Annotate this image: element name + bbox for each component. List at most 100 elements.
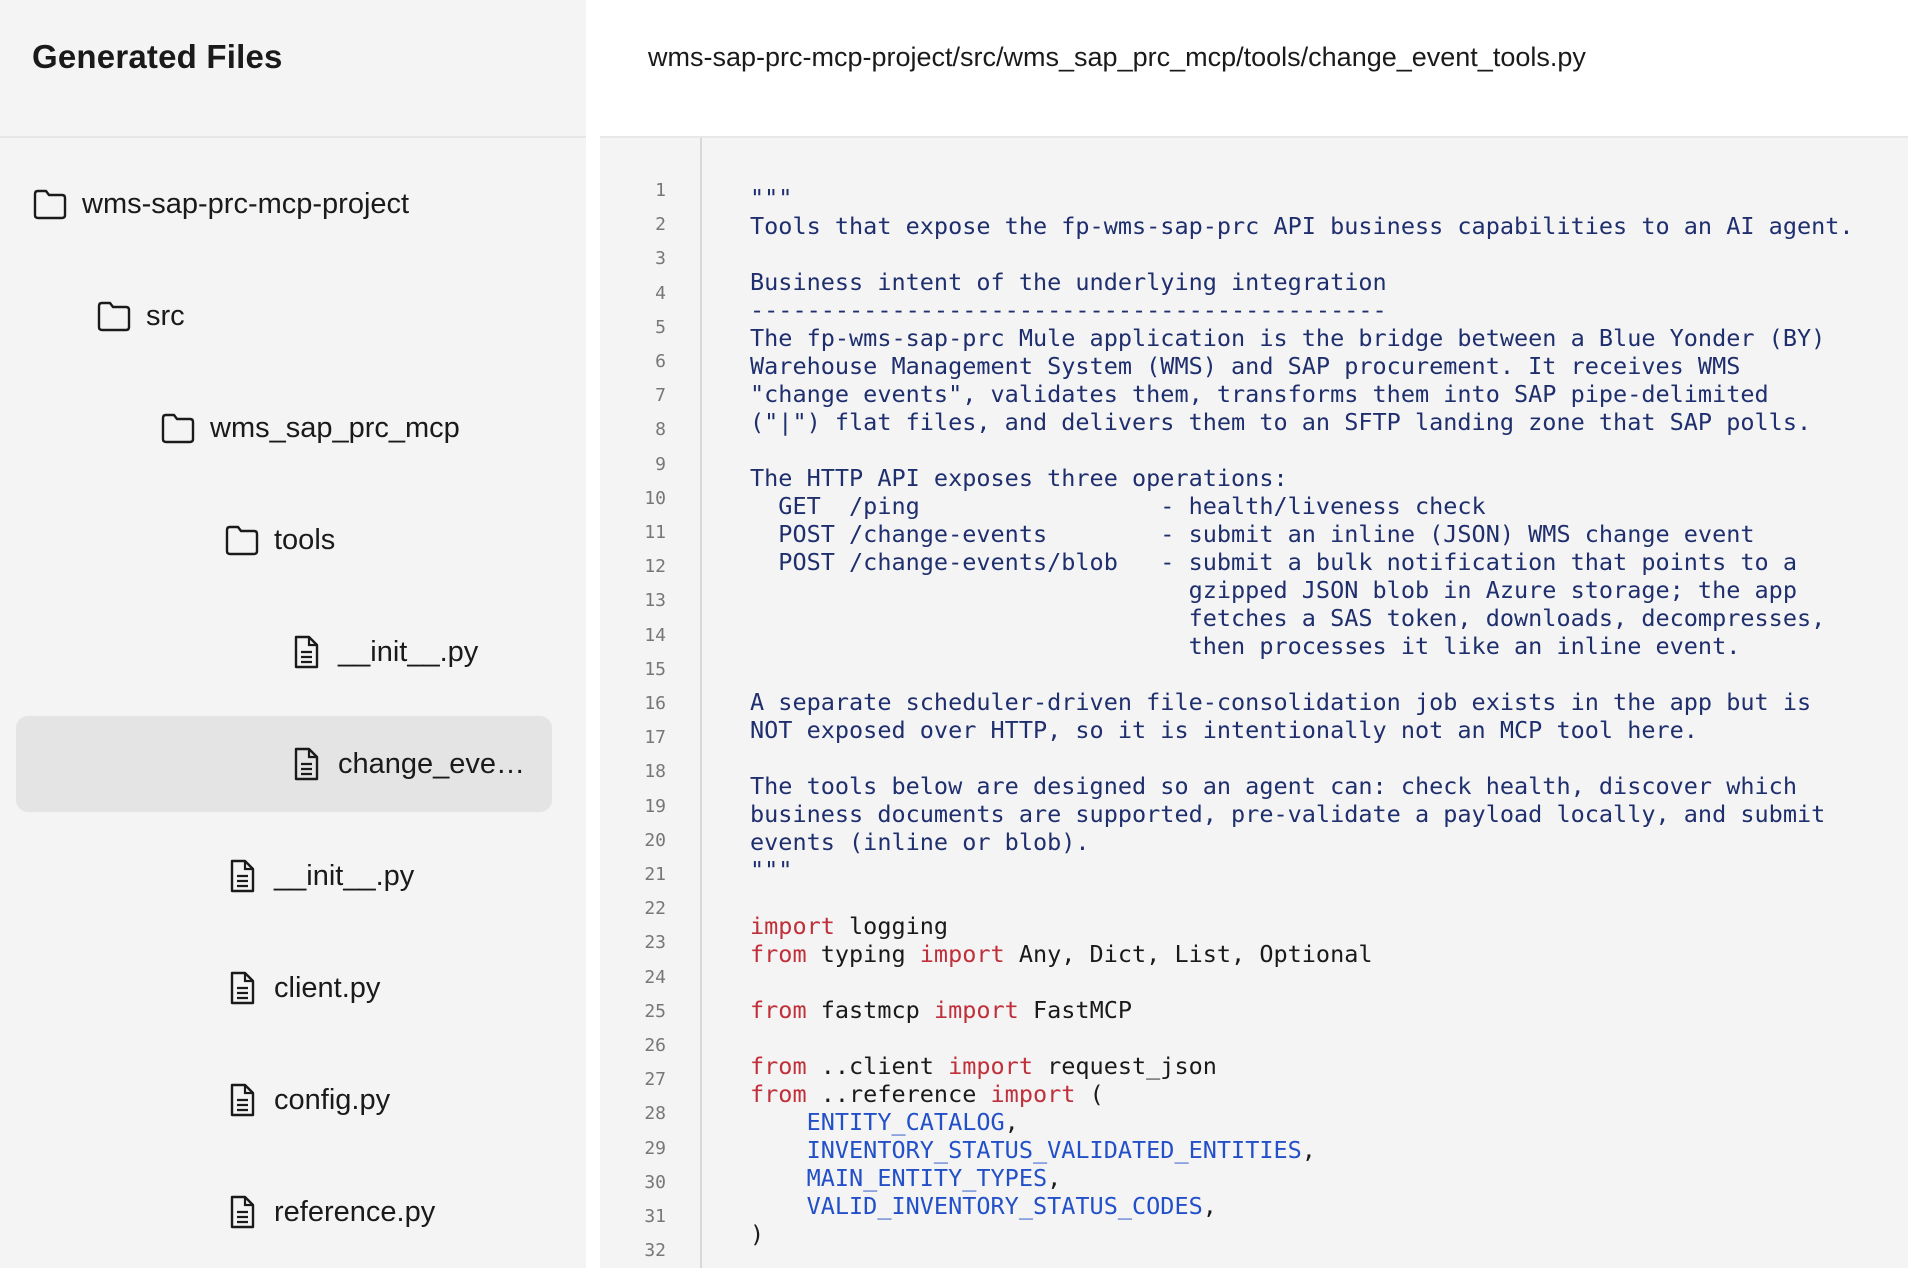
code-line: fetches a SAS token, downloads, decompre… — [750, 604, 1826, 632]
file-icon — [224, 1082, 260, 1118]
line-number: 6 — [655, 351, 666, 372]
code-line: business documents are supported, pre-va… — [750, 800, 1825, 828]
folder-item[interactable]: wms-sap-prc-mcp-project — [32, 156, 409, 252]
file-icon — [224, 1194, 260, 1230]
code-token: import — [990, 1080, 1076, 1108]
line-number: 22 — [644, 898, 666, 920]
code-token: The HTTP API exposes three operations: — [750, 464, 1288, 492]
code-line: INVENTORY_STATUS_VALIDATED_ENTITIES, — [750, 1136, 1316, 1164]
line-number: 14 — [644, 624, 666, 646]
folder-icon — [32, 186, 68, 222]
file-item[interactable]: __init__.py — [288, 604, 478, 700]
tree-item-label: tools — [274, 523, 336, 556]
line-number: 12 — [644, 556, 666, 578]
code-token: The tools below are designed so an agent… — [750, 772, 1797, 800]
folder-item[interactable]: src — [96, 268, 185, 364]
tree-item-label: client.py — [274, 971, 381, 1004]
file-item[interactable]: reference.py — [224, 1164, 435, 1260]
code-token: business documents are supported, pre-va… — [750, 800, 1826, 828]
editor-header: wms-sap-prc-mcp-project/src/wms_sap_prc_… — [600, 0, 1908, 138]
code-line: POST /change-events - submit an inline (… — [750, 520, 1754, 548]
tree-item-label: __init__.py — [274, 859, 415, 892]
line-number: 20 — [644, 829, 666, 851]
line-number: 25 — [644, 1000, 666, 1022]
line-number: 1 — [655, 180, 666, 201]
tree-item-label: wms_sap_prc_mcp — [210, 411, 460, 444]
folder-item[interactable]: tools — [224, 492, 335, 588]
line-number: 27 — [644, 1069, 666, 1091]
code-line: gzipped JSON blob in Azure storage; the … — [750, 576, 1797, 604]
file-icon — [288, 746, 324, 782]
code-token: , — [1202, 1192, 1217, 1220]
code-line: The tools below are designed so an agent… — [750, 772, 1797, 800]
line-number: 28 — [644, 1103, 666, 1125]
line-number: 30 — [644, 1171, 666, 1193]
code-line: """ — [750, 856, 792, 884]
tree-item-label: change_eve… — [338, 747, 526, 780]
line-number: 31 — [644, 1206, 666, 1227]
file-item[interactable]: change_eve… — [288, 716, 525, 812]
line-number: 15 — [644, 658, 666, 680]
code-line: Tools that expose the fp-wms-sap-prc API… — [750, 212, 1854, 240]
code-line: then processes it like an inline event. — [750, 632, 1741, 660]
code-token: ENTITY_CATALOG — [806, 1108, 1005, 1136]
sidebar-title: Generated Files — [32, 38, 283, 75]
tree-item-label: src — [146, 299, 185, 332]
code-token: , — [1047, 1164, 1062, 1192]
code-line: from ..client import request_json — [750, 1052, 1217, 1080]
code-token: fetches a SAS token, downloads, decompre… — [750, 604, 1826, 632]
code-line: VALID_INVENTORY_STATUS_CODES, — [750, 1192, 1217, 1220]
folder-item[interactable]: wms_sap_prc_mcp — [160, 380, 460, 476]
line-number-gutter: 1 2 3 4 5 6 7 8 9 10 11 12 13 14 15 16 17 18 19 20 21 22 23 24 2… — [600, 138, 702, 1268]
folder-icon — [96, 298, 132, 334]
code-token: POST /change-events/blob - submit a bulk… — [750, 548, 1797, 576]
tree-item-label: __init__.py — [338, 635, 479, 668]
code-token: Warehouse Management System (WMS) and SA… — [750, 352, 1741, 380]
file-icon — [224, 970, 260, 1006]
code-token: Any, Dict, List, Optional — [1004, 940, 1373, 968]
code-line: ("|") flat files, and delivers them to a… — [750, 408, 1811, 436]
line-number: 11 — [644, 522, 666, 543]
line-number: 29 — [644, 1137, 666, 1159]
code-token: ) — [750, 1220, 765, 1248]
file-path: wms-sap-prc-mcp-project/src/wms_sap_prc_… — [648, 42, 1586, 72]
pane-divider[interactable] — [586, 0, 600, 1268]
file-item[interactable]: __init__.py — [224, 828, 414, 924]
line-number: 16 — [644, 693, 666, 714]
code-line: events (inline or blob). — [750, 828, 1090, 856]
file-icon — [288, 634, 324, 670]
code-line: Warehouse Management System (WMS) and SA… — [750, 352, 1740, 380]
code-token: """ — [750, 184, 793, 212]
code-token: logging — [834, 912, 949, 940]
line-number: 4 — [655, 282, 666, 304]
code-editor[interactable]: 1 2 3 4 5 6 7 8 9 10 11 12 13 14 15 16 17 18 19 20 21 22 23 24 2… — [600, 138, 1908, 1268]
line-number: 17 — [644, 727, 666, 749]
code-line: import logging — [750, 912, 948, 940]
code-line: The fp-wms-sap-prc Mule application is t… — [750, 324, 1825, 352]
code-line: The HTTP API exposes three operations: — [750, 464, 1288, 492]
code-token: , — [1301, 1136, 1316, 1164]
tree-item-label: reference.py — [274, 1195, 436, 1228]
code-token: gzipped JSON blob in Azure storage; the … — [750, 576, 1797, 604]
code-line: from ..reference import ( — [750, 1080, 1104, 1108]
line-number: 18 — [644, 761, 666, 783]
code-token: GET /ping - health/liveness check — [750, 492, 1486, 520]
code-token: events (inline or blob). — [750, 828, 1090, 856]
tree-item-label: config.py — [274, 1083, 391, 1116]
code-line: "change events", validates them, transfo… — [750, 380, 1769, 408]
file-item[interactable]: client.py — [224, 940, 380, 1036]
code-line: ENTITY_CATALOG, — [750, 1108, 1019, 1136]
line-number: 24 — [644, 966, 666, 988]
code-token: typing — [806, 940, 920, 968]
file-item[interactable]: config.py — [224, 1052, 390, 1148]
code-token: request_json — [1032, 1052, 1217, 1080]
folder-icon — [160, 410, 196, 446]
line-number: 2 — [655, 214, 666, 236]
code-line: ----------------------------------------… — [750, 296, 1387, 324]
code-line: Business intent of the underlying integr… — [750, 268, 1387, 296]
code-line: from fastmcp import FastMCP — [750, 996, 1132, 1024]
line-number: 13 — [644, 590, 666, 612]
code-token: import — [750, 912, 835, 940]
